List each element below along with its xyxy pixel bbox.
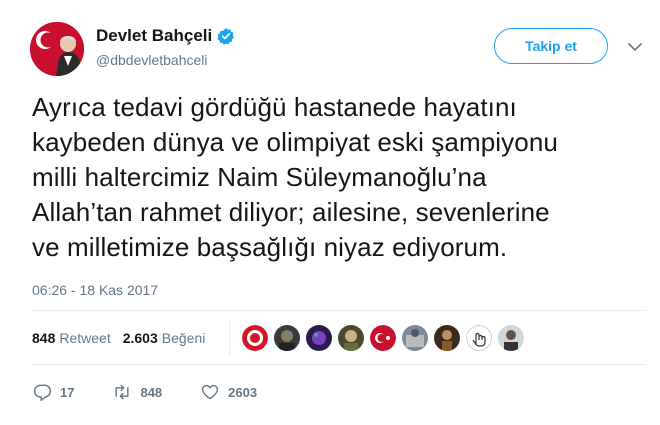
likers-avatar-list xyxy=(242,325,530,351)
divider xyxy=(229,322,230,356)
heart-icon xyxy=(202,384,219,400)
avatar[interactable] xyxy=(30,22,84,76)
liker-avatar[interactable] xyxy=(434,325,460,351)
reply-count: 17 xyxy=(60,384,75,400)
reply-icon xyxy=(33,384,52,402)
like-count: 2603 xyxy=(228,384,258,400)
profile-photo-icon xyxy=(30,22,84,76)
liker-avatar[interactable] xyxy=(306,325,332,351)
liker-avatar[interactable] xyxy=(274,325,300,351)
tweet-stats: 848 Retweet 2.603 Beğeni xyxy=(32,330,205,346)
follow-button[interactable]: Takip et xyxy=(494,28,608,64)
retweet-stat-label[interactable]: Retweet xyxy=(59,330,110,346)
tweet-timestamp[interactable]: 06:26 - 18 Kas 2017 xyxy=(32,282,158,298)
author-name-row: Devlet Bahçeli xyxy=(96,26,235,46)
liker-avatar[interactable] xyxy=(402,325,428,351)
liker-avatar[interactable] xyxy=(338,325,364,351)
tweet-text: Ayrıca tedavi gördüğü hastanede hayatını… xyxy=(32,92,558,262)
reply-button[interactable]: 17 xyxy=(32,382,74,402)
divider xyxy=(32,310,646,311)
author-handle[interactable]: @dbdevletbahceli xyxy=(96,52,208,68)
verified-badge-icon xyxy=(217,28,235,45)
retweet-button[interactable]: 848 xyxy=(112,382,162,402)
author-name[interactable]: Devlet Bahçeli xyxy=(96,26,212,46)
liker-avatar[interactable] xyxy=(370,325,396,351)
liker-avatar[interactable] xyxy=(242,325,268,351)
retweet-count: 848 xyxy=(140,384,163,400)
like-stat-count[interactable]: 2.603 xyxy=(123,330,158,346)
divider xyxy=(32,364,646,365)
liker-avatar[interactable] xyxy=(466,325,492,351)
like-stat-label[interactable]: Beğeni xyxy=(162,330,206,346)
tweet-actions: 17 848 2603 xyxy=(32,382,295,402)
retweet-stat-count[interactable]: 848 xyxy=(32,330,55,346)
liker-avatar[interactable] xyxy=(498,325,524,351)
chevron-down-icon[interactable] xyxy=(626,38,644,56)
retweet-icon xyxy=(115,384,130,400)
like-button[interactable]: 2603 xyxy=(200,382,257,402)
